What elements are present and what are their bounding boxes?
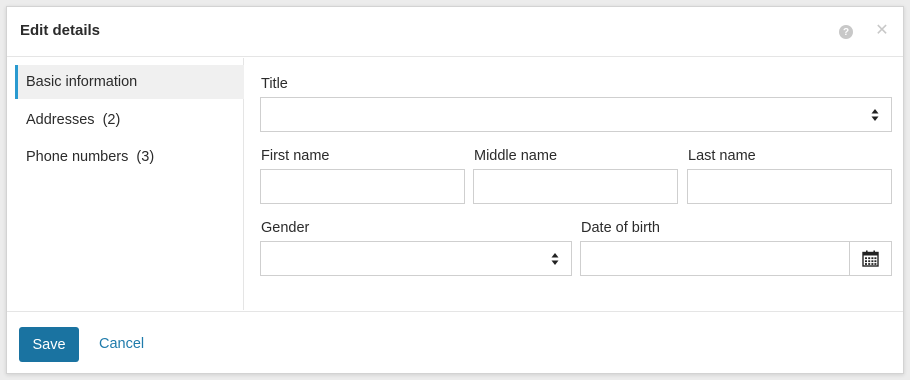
dialog-footer: Save Cancel: [7, 311, 903, 374]
gender-select[interactable]: [260, 241, 572, 276]
date-of-birth-label: Date of birth: [581, 220, 660, 236]
sidebar-item-label: Basic information: [26, 74, 138, 90]
first-name-label: First name: [261, 148, 330, 164]
sort-arrows-icon: [871, 109, 879, 121]
calendar-button[interactable]: [849, 242, 891, 275]
dialog-title: Edit details: [20, 22, 101, 39]
cancel-link[interactable]: Cancel: [99, 336, 144, 352]
first-name-field[interactable]: [260, 169, 465, 204]
last-name-field[interactable]: [687, 169, 892, 204]
sidebar-item-addresses[interactable]: Addresses (2): [15, 103, 244, 137]
gender-label: Gender: [261, 220, 310, 236]
sidebar-nav: Basic information Addresses (2) Phone nu…: [7, 58, 244, 310]
sidebar-item-phone-numbers[interactable]: Phone numbers (3): [15, 140, 244, 174]
date-of-birth-field[interactable]: [580, 241, 892, 276]
title-select[interactable]: [260, 97, 892, 132]
basic-information-form: Title First name Middle name Last name G…: [245, 58, 904, 310]
save-button[interactable]: Save: [19, 327, 79, 362]
dialog-header: Edit details ? ✕: [7, 7, 903, 57]
close-icon[interactable]: ✕: [875, 22, 889, 39]
middle-name-label: Middle name: [474, 148, 558, 164]
calendar-icon: [862, 250, 879, 267]
sort-arrows-icon: [551, 253, 559, 265]
sidebar-item-label: Phone numbers (3): [26, 149, 155, 165]
middle-name-field[interactable]: [473, 169, 678, 204]
title-label: Title: [261, 76, 288, 92]
edit-details-dialog: Edit details ? ✕ Basic information Addre…: [6, 6, 904, 374]
question-circle-icon[interactable]: ?: [839, 25, 853, 39]
last-name-label: Last name: [688, 148, 756, 164]
sidebar-item-basic-information[interactable]: Basic information: [15, 65, 244, 99]
sidebar-item-label: Addresses (2): [26, 112, 121, 128]
